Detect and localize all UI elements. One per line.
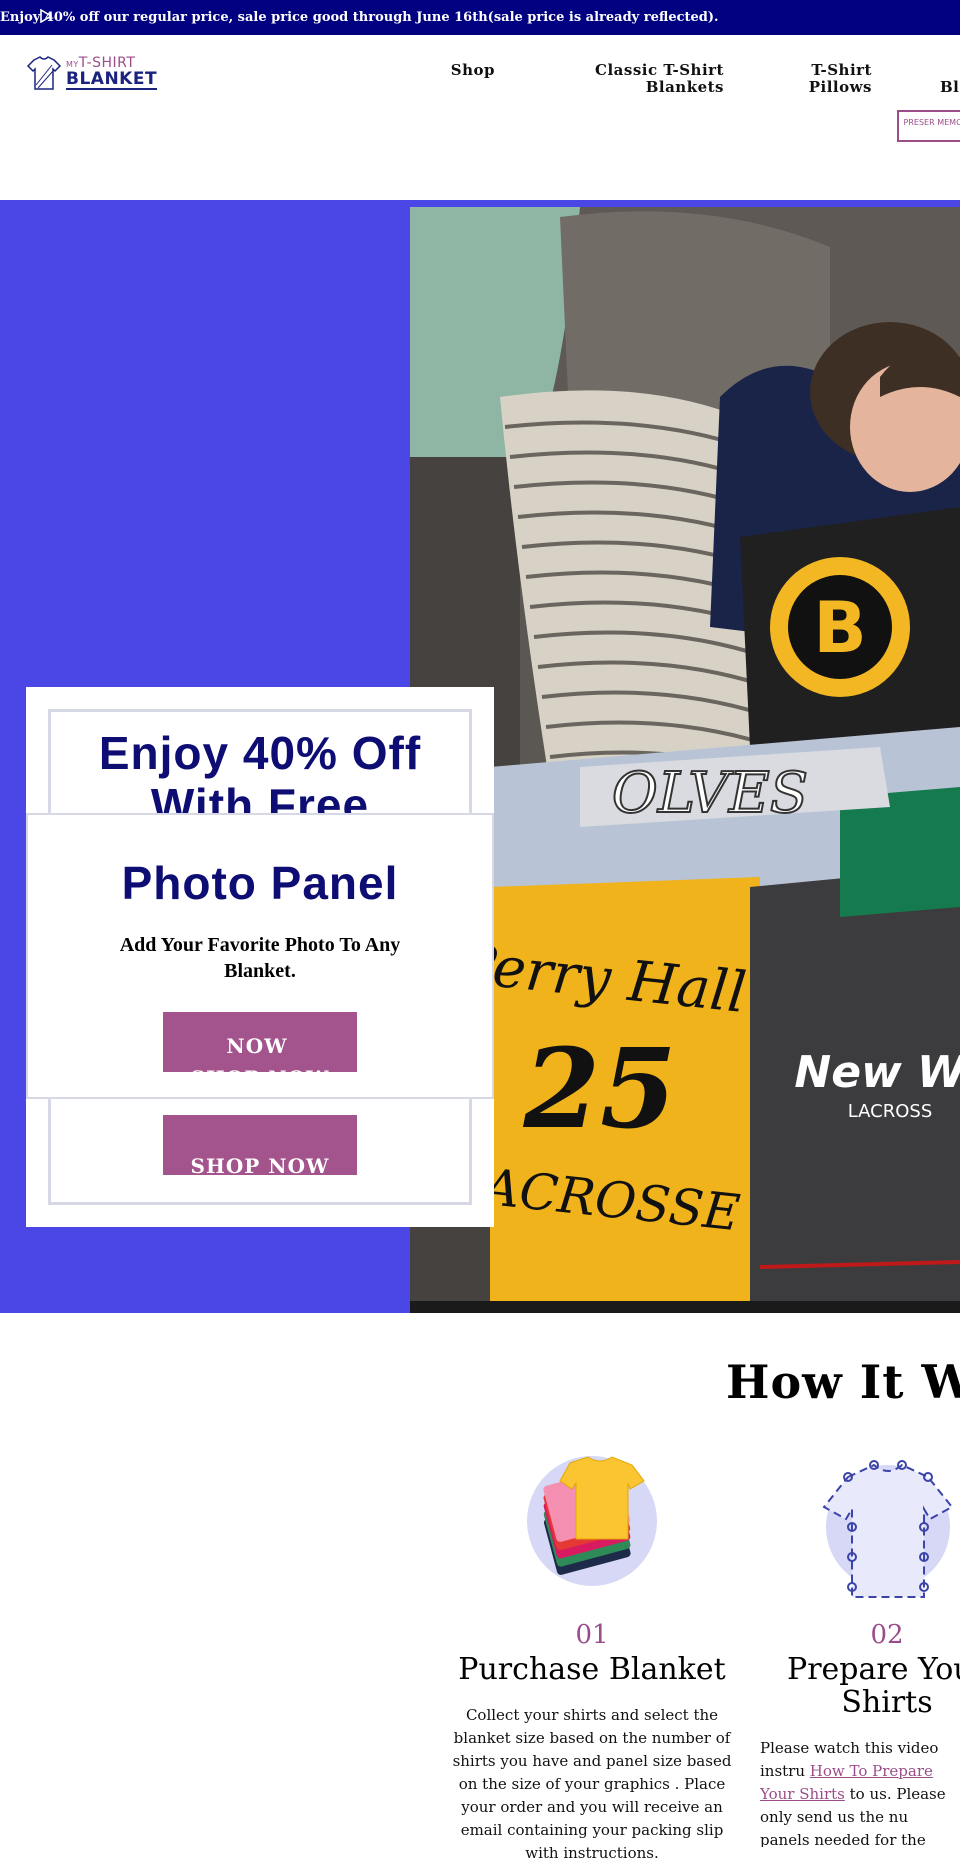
preserve-memories-button[interactable]: PRESER MEMO R	[897, 110, 960, 142]
how-it-works-title: How It Wo	[726, 1355, 960, 1409]
svg-text:New W: New W	[794, 1047, 960, 1098]
nav-item-tshirt-pillows[interactable]: T-Shirt Pillows	[786, 62, 872, 96]
step-title-1: Purchase Blanket	[458, 1652, 726, 1687]
shirt-pins-icon	[822, 1460, 954, 1598]
shirt-logo-icon	[26, 56, 62, 90]
nav-item-more[interactable]: Bl	[940, 79, 960, 96]
step-number-2: 02	[870, 1620, 904, 1650]
play-icon[interactable]	[40, 9, 52, 23]
svg-text:LACROSS: LACROSS	[848, 1101, 933, 1122]
folded-shirts-icon	[527, 1456, 657, 1586]
svg-text:B: B	[813, 587, 866, 669]
hero-section: B OLVES Perry Hall 25 ACROSSE New W LACR…	[0, 200, 960, 1313]
hero-overflow-label: NOW	[226, 1034, 288, 1058]
site-header: MYT-SHIRT BLANKET Shop Classic T-Shirt B…	[0, 35, 960, 200]
svg-text:OLVES: OLVES	[612, 761, 808, 826]
site-logo[interactable]: MYT-SHIRT BLANKET	[26, 53, 158, 91]
nav-item-classic-tshirt-blankets[interactable]: Classic T-Shirt Blankets	[584, 62, 724, 96]
step-description-2: Please watch this video instru How To Pr…	[760, 1739, 946, 1847]
logo-line-2: BLANKET	[66, 69, 158, 90]
step-description-1: Collect your shirts and select the blank…	[452, 1706, 732, 1862]
promo-front-heading: Photo Panel	[121, 857, 399, 909]
announcement-bar: Enjoy 40% off our regular price, sale pr…	[0, 0, 960, 35]
nav-item-shop[interactable]: Shop	[420, 62, 495, 79]
step-title-2: Prepare Your Shirts	[787, 1652, 960, 1720]
svg-text:25: 25	[522, 1024, 676, 1153]
announcement-text: Enjoy 40% off our regular price, sale pr…	[0, 10, 719, 25]
shop-now-button-back[interactable]: SHOP NOW	[163, 1115, 357, 1178]
promo-front-subtext: Add Your Favorite Photo To Any Blanket.	[119, 934, 401, 982]
step-number-1: 01	[575, 1620, 609, 1650]
